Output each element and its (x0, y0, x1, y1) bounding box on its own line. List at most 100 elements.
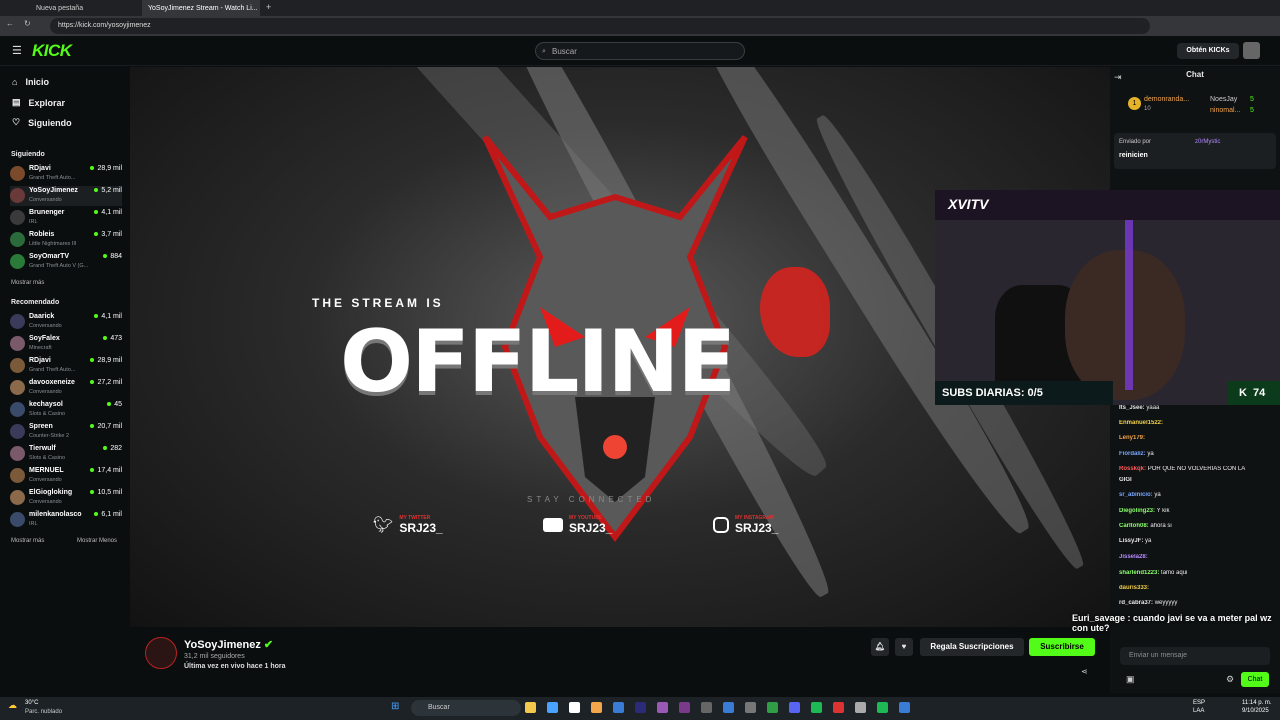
windows-start-icon[interactable]: ⊞ (391, 701, 399, 712)
channel-list-item[interactable]: SoyFalex Minecraft 473 (10, 334, 122, 354)
taskbar-app-icon[interactable] (833, 702, 844, 713)
chat-text: ahora si (1150, 523, 1172, 529)
chat-input[interactable]: Enviar un mensaje (1120, 647, 1270, 665)
gift-subs-button[interactable]: Regala Suscripciones (920, 638, 1024, 656)
chat-username: Carltoh08: (1119, 523, 1149, 529)
show-more-following[interactable]: Mostrar más (11, 280, 44, 286)
get-kicks-button[interactable]: Obtén KICKs (1177, 43, 1239, 59)
back-icon[interactable]: ← (6, 19, 14, 28)
avatar (10, 336, 25, 351)
taskbar-app-icon[interactable] (525, 702, 536, 713)
channel-list-item[interactable]: Tierwulf Slots & Casino 282 (10, 444, 122, 464)
viewer-count: 473 (103, 335, 122, 342)
taskbar-app-icon[interactable] (811, 702, 822, 713)
channel-list-item[interactable]: Robleis Little Nightmares III 3,7 mil (10, 230, 122, 250)
new-tab-icon[interactable]: + (266, 2, 271, 12)
channel-name: RDjavi (29, 165, 51, 172)
viewer-count: 28,9 mil (90, 357, 122, 364)
share-icon[interactable]: ⋖ (1081, 667, 1088, 676)
taskbar-app-icon[interactable] (855, 702, 866, 713)
taskbar-app-icon[interactable] (569, 702, 580, 713)
channel-list-item[interactable]: RDjavi Grand Theft Auto... 28,9 mil (10, 356, 122, 376)
channel-name: YoSoyJimenez (29, 187, 78, 194)
channel-name: RDjavi (29, 357, 51, 364)
channel-name: SoyOmarTV (29, 253, 70, 260)
search-input[interactable]: ⌕ Buscar (535, 42, 745, 60)
channel-list-item[interactable]: RDjavi Grand Theft Auto... 28,9 mil (10, 164, 122, 184)
menu-icon[interactable]: ☰ (12, 44, 22, 57)
taskbar-app-icon[interactable] (899, 702, 910, 713)
channel-list-item[interactable]: MERNUEL Conversando 17,4 mil (10, 466, 122, 486)
avatar (10, 380, 25, 395)
taskbar-app-icon[interactable] (701, 702, 712, 713)
taskbar-app-icon[interactable] (723, 702, 734, 713)
channel-list-item[interactable]: SoyOmarTV Grand Theft Auto V (G... 884 (10, 252, 122, 272)
nav-explore[interactable]: ▤ Explorar (12, 97, 65, 108)
channel-list-item[interactable]: Spreen Counter-Strike 2 20,7 mil (10, 422, 122, 442)
tab-stream[interactable]: YoSoyJimenez Stream - Watch Li... (142, 0, 260, 16)
user-avatar[interactable] (1243, 42, 1260, 59)
show-more-recommended[interactable]: Mostrar más (11, 538, 44, 544)
taskbar-app-icon[interactable] (789, 702, 800, 713)
channel-name: Daarick (29, 313, 55, 320)
kick-logo[interactable]: KICK (32, 41, 72, 61)
top-gifter-3: ninomal... (1210, 107, 1241, 114)
taskbar-app-icon[interactable] (657, 702, 668, 713)
taskbar-app-icon[interactable] (745, 702, 756, 713)
lang1[interactable]: ESP (1193, 700, 1205, 706)
nav-following[interactable]: ♡ Siguiendo (12, 117, 72, 128)
taskbar-app-icon[interactable] (547, 702, 558, 713)
avatar (10, 468, 25, 483)
channel-category: Slots & Casino (29, 411, 66, 417)
taskbar-app-icon[interactable] (591, 702, 602, 713)
avatar (10, 424, 25, 439)
chat-send-button[interactable]: Chat (1241, 672, 1269, 687)
heart-follow-icon[interactable]: ♥ (895, 638, 913, 656)
taskbar-app-icon[interactable] (679, 702, 690, 713)
channel-list-item[interactable]: YoSoyJimenez Conversando 5,2 mil (10, 186, 122, 206)
channel-list-item[interactable]: davooxeneize Conversando 27,2 mil (10, 378, 122, 398)
pinned-user: z0rMystic (1195, 139, 1221, 145)
reload-icon[interactable]: ↻ (24, 19, 31, 28)
taskbar-app-icon[interactable] (767, 702, 778, 713)
gift-icon[interactable]: ▣ (1126, 674, 1135, 685)
channel-avatar[interactable] (145, 637, 177, 669)
channel-list-item[interactable]: ElGiogloking Conversando 10,5 mil (10, 488, 122, 508)
nav-home[interactable]: ⌂ Inicio (12, 77, 49, 87)
kick-k-icon: K (1239, 387, 1247, 399)
twitter-icon: 🐦︎ (373, 517, 394, 534)
settings-icon[interactable]: ⚙ (1226, 674, 1234, 685)
tab-new[interactable]: Nueva pestaña (30, 0, 140, 16)
last-live: Última vez en vivo hace 1 hora (184, 663, 286, 670)
social-instagram: MY INSTAGRAM SRJ23_ (713, 515, 778, 535)
channel-name[interactable]: YoSoyJimenez ✔ (184, 638, 273, 651)
taskbar-search[interactable]: Buscar (411, 700, 521, 716)
url-field[interactable]: https://kick.com/yosoyjimenez (50, 18, 1150, 34)
taskbar-app-icon[interactable] (635, 702, 646, 713)
avatar (10, 446, 25, 461)
chat-message: Diegoling23: Y kik (1119, 508, 1269, 514)
channel-list-item[interactable]: milenkanolasco IRL 6,1 mil (10, 510, 122, 530)
social-handle: SRJ23_ (399, 521, 443, 535)
chat-text: yaaa (1146, 405, 1160, 411)
daily-subs-counter: SUBS DIARIAS: 0/5 (935, 381, 1113, 405)
chat-username: sr_abinicio: (1119, 492, 1153, 498)
show-less-recommended[interactable]: Mostrar Menos (77, 538, 117, 544)
bell-icon[interactable]: 🔔︎ (871, 638, 889, 656)
social-twitter: 🐦︎ MY TWITTER SRJ23_ (373, 515, 443, 535)
clock-time[interactable]: 11:14 p. m. (1242, 700, 1272, 706)
taskbar-app-icon[interactable] (877, 702, 888, 713)
channel-list-item[interactable]: kechaysol Slots & Casino 45 (10, 400, 122, 420)
chat-message: Leny179: (1119, 435, 1269, 441)
subscribe-button[interactable]: Suscribirse (1029, 638, 1095, 656)
social-handle: SRJ23_ (569, 521, 613, 535)
viewer-count: 45 (107, 401, 122, 408)
weather-temp[interactable]: 30°C (25, 700, 38, 706)
channel-list-item[interactable]: Brunenger IRL 4,1 mil (10, 208, 122, 228)
chat-text: ya (1145, 538, 1152, 544)
channel-list-item[interactable]: Daarick Conversando 4,1 mil (10, 312, 122, 332)
tab-label: Nueva pestaña (36, 4, 84, 12)
taskbar-app-icon[interactable] (613, 702, 624, 713)
kick-count: 74 (1252, 387, 1266, 399)
chat-username: LissyJF: (1119, 538, 1144, 544)
